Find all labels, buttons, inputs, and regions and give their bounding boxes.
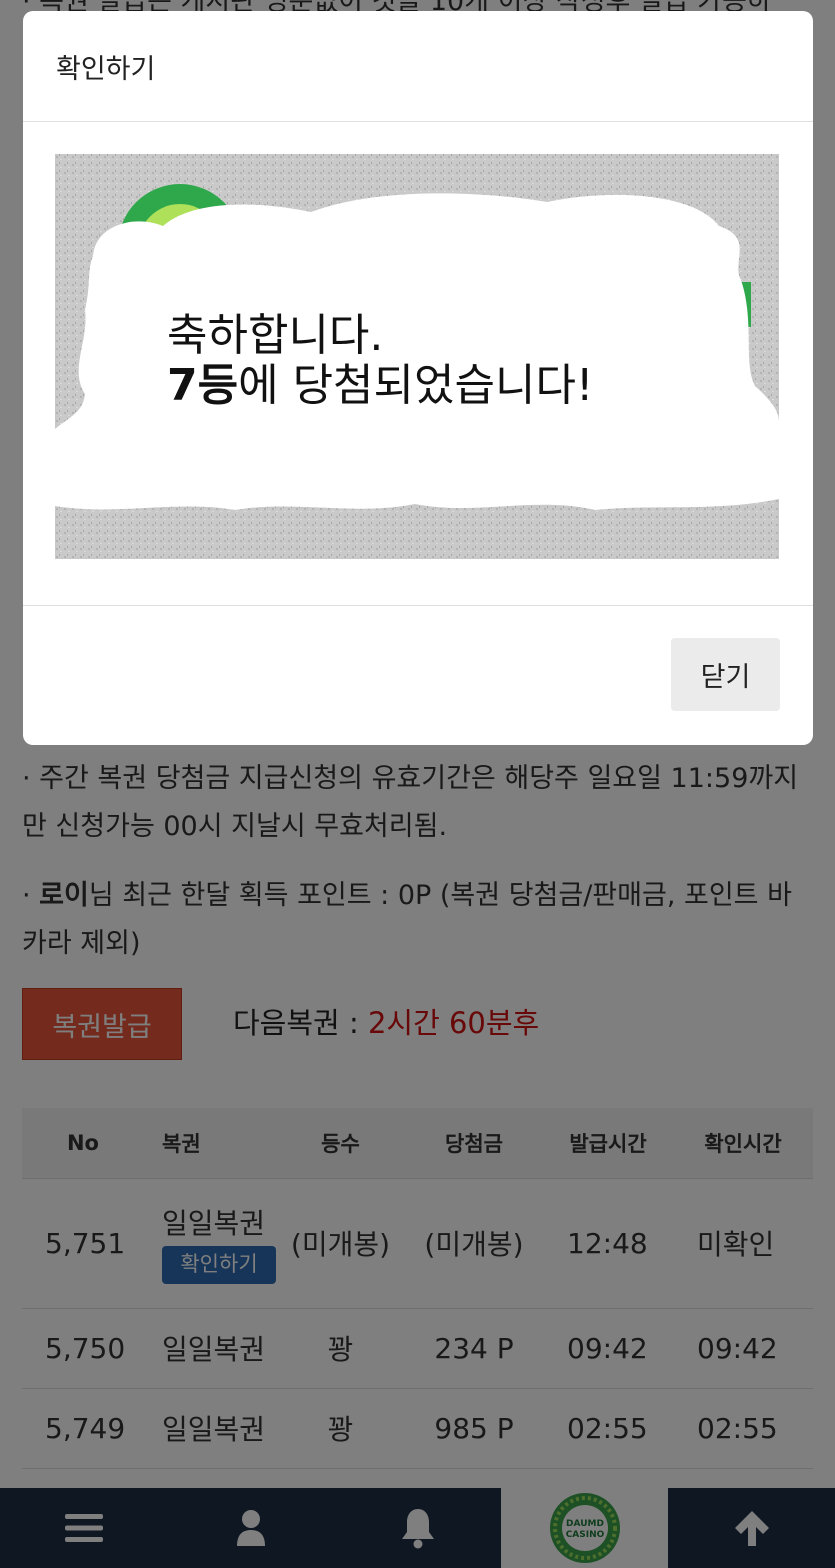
close-button[interactable]: 닫기	[671, 638, 780, 711]
modal-body: 축하합니다. 7등에 당첨되었습니다!	[23, 122, 813, 606]
win-message-line: 7등에 당첨되었습니다!	[167, 360, 594, 411]
scratch-card-result-image: 축하합니다. 7등에 당첨되었습니다!	[55, 154, 779, 559]
lottery-page: · 복권 발급은 게시판 명분없이 것을 10개 이상 작성후 발급 가능하 ·…	[0, 0, 835, 1568]
win-rank: 7등	[167, 360, 238, 411]
congrats-line: 축하합니다.	[167, 310, 383, 361]
modal-header: 확인하기	[23, 11, 813, 122]
confirm-modal: 확인하기 축하합니다. 7등에 당첨되었습니다! 닫기	[23, 11, 813, 745]
modal-footer: 닫기	[23, 606, 813, 745]
win-message-rest: 에 당첨되었습니다!	[238, 360, 593, 411]
modal-title: 확인하기	[56, 54, 156, 84]
